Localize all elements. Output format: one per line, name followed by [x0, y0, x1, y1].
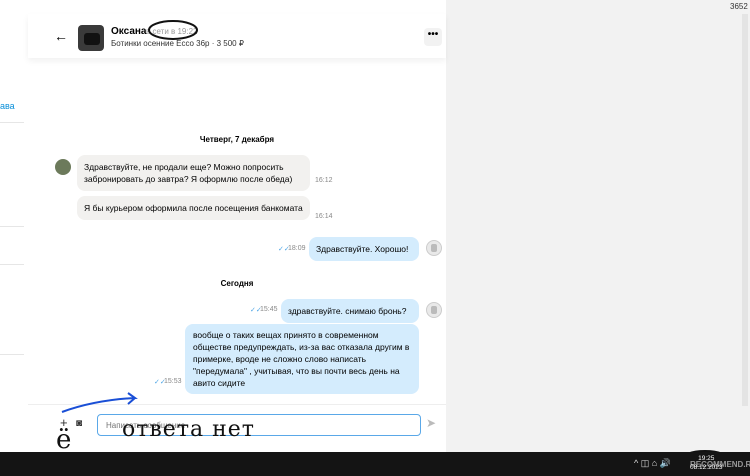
user-avatar[interactable] [426, 302, 442, 318]
message-composer: + ◙ ➤ [28, 404, 446, 452]
message-input[interactable] [97, 414, 421, 436]
message-time: 15:53 [164, 378, 182, 385]
message-bubble: Я бы курьером оформила после посещения б… [77, 196, 310, 220]
divider [0, 122, 24, 123]
scrollbar[interactable] [742, 14, 748, 406]
message-time: 15:45 [260, 306, 278, 313]
chat-window: ← Оксана в сети в 19:22 Ботинки осенние … [28, 0, 446, 452]
watermark: RECOMMEND.RU [690, 460, 750, 469]
divider [0, 264, 24, 265]
message-time: 16:14 [315, 213, 333, 220]
back-arrow-icon[interactable]: ← [54, 28, 68, 44]
user-avatar[interactable] [426, 240, 442, 256]
message-bubble: Здравствуйте, не продали еще? Можно попр… [77, 155, 310, 191]
corner-counter: 3652 [730, 2, 748, 11]
send-icon[interactable]: ➤ [426, 416, 436, 430]
left-panel: ава [0, 0, 28, 452]
message-time: 16:12 [315, 177, 333, 184]
message-time: 18:09 [288, 245, 306, 252]
divider [0, 354, 24, 355]
date-separator: Четверг, 7 декабря [199, 135, 275, 144]
system-tray-icons[interactable]: ^ ◫ ⌂ 🔊 [634, 458, 671, 469]
avatar[interactable] [78, 25, 104, 51]
date-separator: Сегодня [220, 279, 254, 288]
attach-plus-icon[interactable]: + [60, 415, 68, 430]
more-menu-button[interactable]: ••• [424, 28, 442, 46]
listing-title[interactable]: Ботинки осенние Ecco 36р · 3 500 ₽ [111, 39, 244, 48]
camera-icon[interactable]: ◙ [76, 418, 82, 429]
divider [0, 226, 24, 227]
contact-name[interactable]: Оксана [111, 26, 147, 37]
message-bubble: здравствуйте. снимаю бронь? [281, 299, 419, 323]
last-seen-status: в сети в 19:22 [146, 27, 198, 36]
screen: ава 3652 ← Оксана в сети в 19:22 Ботинки… [0, 0, 750, 476]
taskbar: ^ ◫ ⌂ 🔊 19:25 08.12.2023 [0, 452, 750, 476]
chat-header: ← Оксана в сети в 19:22 Ботинки осенние … [28, 14, 446, 58]
message-bubble: вообще о таких вещах принято в современн… [185, 324, 419, 394]
message-bubble: Здравствуйте. Хорошо! [309, 237, 419, 261]
left-panel-link[interactable]: ава [0, 101, 15, 111]
contact-avatar[interactable] [55, 159, 71, 175]
page-background [446, 0, 750, 452]
